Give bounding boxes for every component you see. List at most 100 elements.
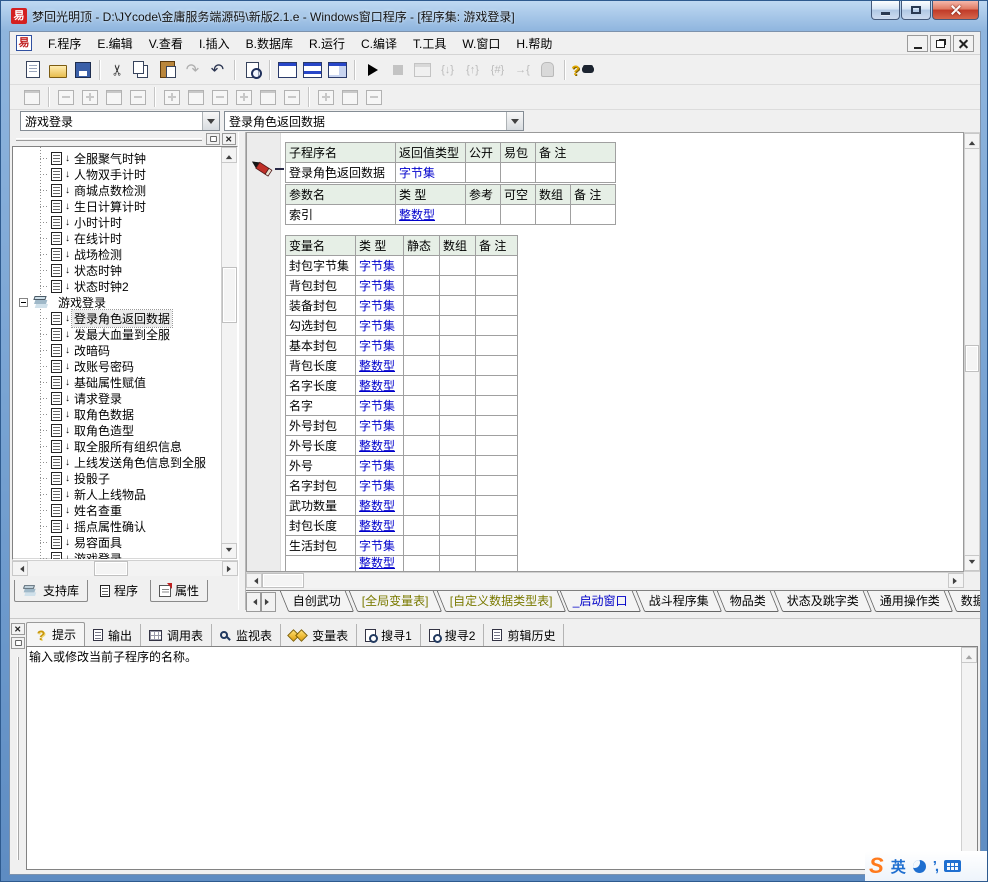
variable-name-cell[interactable]: 背包长度 (286, 356, 356, 376)
return-type-cell[interactable]: 字节集 (396, 163, 466, 183)
empty-cell[interactable] (476, 516, 518, 536)
empty-cell[interactable] (440, 336, 476, 356)
type-link[interactable]: 字节集 (359, 399, 395, 413)
ime-keyboard-icon[interactable] (944, 860, 961, 872)
type-link[interactable]: 字节集 (359, 319, 395, 333)
mdi-restore-button[interactable] (930, 35, 951, 52)
type-link[interactable]: 整数型 (359, 359, 395, 373)
empty-cell[interactable] (440, 556, 476, 572)
hint-scroll-up-button[interactable] (961, 647, 977, 663)
empty-cell[interactable] (476, 556, 518, 572)
tree-scroll-right-button[interactable] (222, 561, 238, 576)
variable-type-cell[interactable]: 字节集 (356, 256, 404, 276)
empty-cell[interactable] (476, 536, 518, 556)
variable-name-cell[interactable]: 装备封包 (286, 296, 356, 316)
module-tab-4[interactable]: 战斗程序集 (636, 591, 723, 612)
pane-close-button[interactable] (222, 133, 236, 145)
title-bar[interactable]: 易 梦回光明顶 - D:\JYcode\金庸服务端源码\新版2.1.e - Wi… (1, 1, 987, 31)
empty-cell[interactable] (440, 436, 476, 456)
maximize-button[interactable] (901, 1, 931, 20)
tree-item[interactable]: 摇点属性确认 (13, 518, 221, 534)
tree-item[interactable]: 人物双手计时 (13, 166, 221, 182)
module-combobox[interactable] (20, 111, 220, 131)
variable-name-cell[interactable]: 名字长度 (286, 376, 356, 396)
module-tab-2[interactable]: [自定义数据类型表] (436, 591, 565, 612)
tree-scroll-up-button[interactable] (221, 147, 237, 163)
tree-item[interactable]: 取角色造型 (13, 422, 221, 438)
editor-horizontal-scrollbar[interactable] (246, 572, 964, 588)
menu-item-4[interactable]: B.数据库 (238, 33, 301, 54)
menu-item-6[interactable]: C.编译 (353, 33, 405, 54)
empty-cell[interactable] (404, 556, 440, 572)
empty-cell[interactable] (404, 476, 440, 496)
empty-cell[interactable] (404, 356, 440, 376)
variable-name-cell[interactable] (286, 556, 356, 572)
parameter-name-cell[interactable]: 索引 (286, 205, 396, 225)
empty-cell[interactable] (476, 416, 518, 436)
left-tab-1[interactable]: 程序 (91, 580, 147, 602)
menu-item-0[interactable]: F.程序 (40, 33, 89, 54)
run-icon[interactable] (360, 58, 385, 82)
empty-cell[interactable] (476, 276, 518, 296)
tree-item[interactable]: 请求登录 (13, 390, 221, 406)
ime-language-toggle[interactable]: 英 (891, 856, 906, 877)
type-link[interactable]: 字节集 (399, 166, 435, 180)
empty-cell[interactable] (440, 496, 476, 516)
help-find-icon[interactable] (570, 58, 595, 82)
tree-item[interactable]: 改账号密码 (13, 358, 221, 374)
tree-item[interactable]: 战场检测 (13, 246, 221, 262)
variable-type-cell[interactable]: 整数型 (356, 516, 404, 536)
variable-type-cell[interactable]: 字节集 (356, 336, 404, 356)
empty-cell[interactable] (476, 356, 518, 376)
panel-tab-4[interactable]: 变量表 (281, 624, 357, 646)
empty-cell[interactable] (476, 396, 518, 416)
empty-cell[interactable] (476, 336, 518, 356)
tree-item[interactable]: 姓名查重 (13, 502, 221, 518)
collapse-expander-icon[interactable] (19, 298, 28, 307)
editor-hscrollbar-thumb[interactable] (262, 573, 304, 588)
variable-name-cell[interactable]: 名字封包 (286, 476, 356, 496)
tree-horizontal-scrollbar[interactable] (12, 560, 238, 576)
panel-tab-2[interactable]: 调用表 (141, 624, 212, 646)
tree-item[interactable]: 状态时钟 (13, 262, 221, 278)
tree-item[interactable]: 发最大血量到全服 (13, 326, 221, 342)
module-combo-dropdown-button[interactable] (202, 112, 219, 130)
editor-scroll-right-button[interactable] (948, 573, 964, 588)
tree-hscrollbar-thumb[interactable] (94, 561, 128, 576)
empty-cell[interactable] (440, 416, 476, 436)
empty-cell[interactable] (440, 376, 476, 396)
subroutine-combobox[interactable] (224, 111, 524, 131)
panel-float-button[interactable] (11, 637, 25, 649)
ime-toolbar[interactable]: S 英 ’, (865, 851, 988, 881)
ime-fullhalf-width-icon[interactable] (913, 860, 926, 873)
menu-item-5[interactable]: R.运行 (301, 33, 353, 54)
module-combo-value[interactable] (21, 112, 202, 130)
save-icon[interactable] (70, 58, 95, 82)
tree-scroll-left-button[interactable] (12, 561, 28, 576)
tree-item[interactable]: 投骰子 (13, 470, 221, 486)
left-tab-0[interactable]: 支持库 (14, 580, 88, 602)
empty-cell[interactable] (501, 163, 536, 183)
module-tab-3[interactable]: _启动窗口 (560, 591, 641, 612)
empty-cell[interactable] (404, 416, 440, 436)
variable-name-cell[interactable]: 封包长度 (286, 516, 356, 536)
pane-header[interactable] (12, 132, 238, 146)
variable-name-cell[interactable]: 武功数量 (286, 496, 356, 516)
variable-name-cell[interactable]: 基本封包 (286, 336, 356, 356)
empty-cell[interactable] (501, 205, 536, 225)
tree-item[interactable]: 基础属性赋值 (13, 374, 221, 390)
hint-vertical-scrollbar[interactable] (961, 647, 977, 869)
parameter-type-cell[interactable]: 整数型 (396, 205, 466, 225)
menu-item-7[interactable]: T.工具 (405, 33, 454, 54)
empty-cell[interactable] (466, 205, 501, 225)
editor-scroll-down-button[interactable] (964, 555, 980, 571)
type-link[interactable]: 整数型 (359, 439, 395, 453)
empty-cell[interactable] (440, 296, 476, 316)
empty-cell[interactable] (476, 256, 518, 276)
empty-cell[interactable] (476, 496, 518, 516)
type-link[interactable]: 字节集 (359, 259, 395, 273)
menu-item-8[interactable]: W.窗口 (454, 33, 508, 54)
editor-scroll-left-button[interactable] (246, 573, 262, 588)
empty-cell[interactable] (404, 496, 440, 516)
tree-item[interactable]: 生日计算计时 (13, 198, 221, 214)
